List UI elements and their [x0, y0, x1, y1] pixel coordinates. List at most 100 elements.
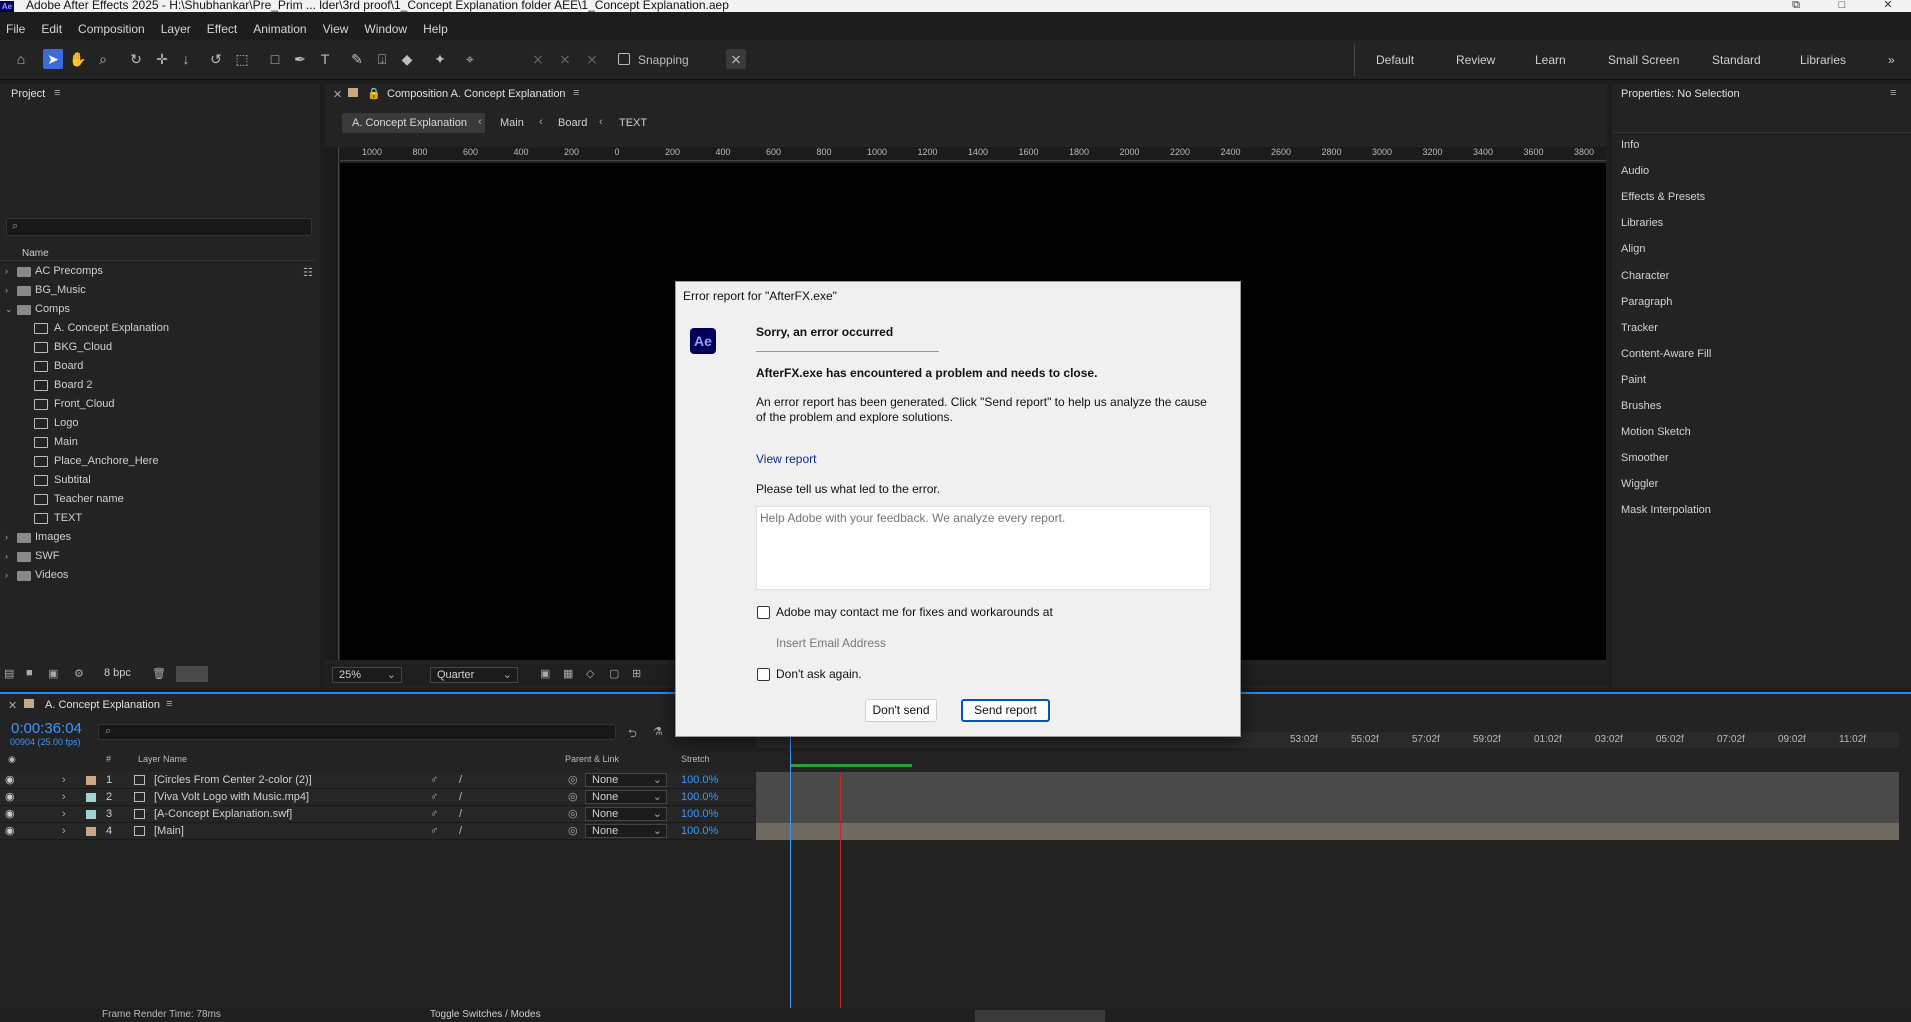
brush-tool-icon[interactable]: ✎	[347, 49, 367, 69]
contact-checkbox[interactable]	[757, 606, 770, 619]
chevron-right-icon[interactable]: ›	[5, 281, 8, 300]
layer-row[interactable]: ◉ › 4 [Main] ♂ / ◎ None ⌄ 100.0%	[0, 823, 754, 840]
eye-icon[interactable]: ◉	[5, 806, 15, 822]
toggle-switches-modes[interactable]: Toggle Switches / Modes	[430, 1009, 541, 1020]
hand-tool-icon[interactable]: ✋	[68, 49, 88, 69]
layer-name[interactable]: [Viva Volt Logo with Music.mp4]	[154, 789, 309, 805]
roto-brush-icon[interactable]: ✦	[430, 49, 450, 69]
menu-window[interactable]: Window	[364, 22, 407, 36]
layer-color-swatch[interactable]	[86, 776, 96, 785]
layer-duration-bar[interactable]	[756, 823, 1899, 840]
bit-depth-button[interactable]: 8 bpc	[104, 667, 131, 679]
selection-tool-icon[interactable]: ➤	[43, 49, 63, 69]
breadcrumb-main[interactable]: Main	[500, 117, 524, 129]
panel-item-motion-sketch[interactable]: Motion Sketch	[1621, 426, 1691, 438]
grid-guides-icon[interactable]: ⊞	[632, 667, 641, 680]
snapping-checkbox[interactable]	[618, 53, 630, 65]
resolution-dropdown[interactable]: Quarter ⌄	[430, 667, 518, 683]
chevron-right-icon[interactable]: ›	[5, 528, 8, 547]
quality-switch-icon[interactable]: /	[459, 806, 462, 822]
project-item[interactable]: Place_Anchore_Here	[0, 452, 316, 471]
project-item[interactable]: › Videos	[0, 566, 316, 585]
project-item[interactable]: › Images	[0, 528, 316, 547]
panel-item-info[interactable]: Info	[1621, 139, 1639, 151]
menu-composition[interactable]: Composition	[78, 22, 145, 36]
orbit-camera-icon[interactable]: ↻	[126, 49, 146, 69]
axis-world-icon[interactable]: ⨯	[555, 49, 575, 69]
project-item[interactable]: Logo	[0, 414, 316, 433]
layer-color-swatch[interactable]	[86, 810, 96, 819]
chevron-right-icon[interactable]: ›	[62, 772, 66, 788]
project-item[interactable]: BKG_Cloud	[0, 338, 316, 357]
chevron-right-icon[interactable]: ›	[5, 547, 8, 566]
project-item[interactable]: Board 2	[0, 376, 316, 395]
pen-tool-icon[interactable]: ✒	[290, 49, 310, 69]
panel-item-mask-interpolation[interactable]: Mask Interpolation	[1621, 504, 1711, 516]
color-swatch[interactable]	[176, 666, 208, 682]
panel-item-paragraph[interactable]: Paragraph	[1621, 296, 1672, 308]
layer-row[interactable]: ◉ › 3 [A-Concept Explanation.swf] ♂ / ◎ None ⌄ 10…	[0, 806, 754, 823]
panel-item-effects-presets[interactable]: Effects & Presets	[1621, 191, 1705, 203]
menu-layer[interactable]: Layer	[161, 22, 191, 36]
quality-switch-icon[interactable]: /	[459, 823, 462, 839]
quality-switch-icon[interactable]: /	[459, 772, 462, 788]
stretch-value[interactable]: 100.0%	[681, 823, 718, 839]
axis-view-icon[interactable]: ⨯	[582, 49, 602, 69]
workspace-libraries[interactable]: Libraries	[1800, 53, 1846, 67]
chevron-right-icon[interactable]: ›	[62, 806, 66, 822]
chevron-down-icon[interactable]: ⌄	[5, 300, 13, 319]
clone-stamp-icon[interactable]: ⍗	[372, 49, 392, 69]
rotation-tool-icon[interactable]: ↺	[206, 49, 226, 69]
current-timecode[interactable]: 0:00:36:04	[11, 720, 82, 737]
axis-local-icon[interactable]: ⨯	[528, 49, 548, 69]
project-item[interactable]: Teacher name	[0, 490, 316, 509]
project-item[interactable]: TEXT	[0, 509, 316, 528]
menu-view[interactable]: View	[323, 22, 349, 36]
project-item[interactable]: A. Concept Explanation	[0, 319, 316, 338]
panel-item-brushes[interactable]: Brushes	[1621, 400, 1661, 412]
menu-effect[interactable]: Effect	[207, 22, 237, 36]
panel-item-character[interactable]: Character	[1621, 270, 1669, 282]
breadcrumb-a-concept[interactable]: A. Concept Explanation	[352, 117, 467, 129]
panel-menu-icon[interactable]: ≡	[573, 87, 579, 99]
chevron-right-icon[interactable]: ›	[62, 789, 66, 805]
stretch-value[interactable]: 100.0%	[681, 789, 718, 805]
email-field[interactable]: Insert Email Address	[776, 636, 886, 650]
layer-name[interactable]: [A-Concept Explanation.swf]	[154, 806, 292, 822]
parent-dropdown[interactable]: None ⌄	[585, 773, 667, 787]
parent-dropdown[interactable]: None ⌄	[585, 790, 667, 804]
project-item[interactable]: › AC Precomps	[0, 262, 316, 281]
eye-icon[interactable]: ◉	[5, 789, 15, 805]
menu-edit[interactable]: Edit	[41, 22, 62, 36]
send-report-button[interactable]: Send report	[961, 699, 1050, 722]
eye-icon[interactable]: ◉	[5, 823, 15, 839]
parent-dropdown[interactable]: None ⌄	[585, 824, 667, 838]
menu-help[interactable]: Help	[423, 22, 448, 36]
project-item[interactable]: Main	[0, 433, 316, 452]
eraser-tool-icon[interactable]: ◆	[397, 49, 417, 69]
breadcrumb-board[interactable]: Board	[558, 117, 587, 129]
lock-icon[interactable]: 🔒	[367, 87, 381, 100]
panel-menu-icon[interactable]: ≡	[54, 87, 60, 99]
zoom-dropdown[interactable]: 25% ⌄	[332, 667, 402, 683]
layer-row[interactable]: ◉ › 1 [Circles From Center 2-color (2)] ♂ / ◎ N…	[0, 772, 754, 789]
pickwhip-icon[interactable]: ◎	[568, 772, 578, 788]
breadcrumb-text[interactable]: TEXT	[619, 117, 647, 129]
project-search-input[interactable]: ⌕	[6, 218, 312, 236]
panel-item-content-aware-fill[interactable]: Content-Aware Fill	[1621, 348, 1711, 360]
menu-file[interactable]: File	[6, 22, 25, 36]
home-icon[interactable]: ⌂	[11, 49, 31, 69]
feedback-textarea[interactable]	[756, 506, 1211, 590]
new-folder-icon[interactable]: ■	[26, 667, 33, 679]
close-tab-icon[interactable]: ✕	[333, 88, 342, 101]
pan-behind-icon[interactable]: ⬚	[232, 49, 252, 69]
close-tab-icon[interactable]: ✕	[8, 699, 17, 712]
panel-item-smoother[interactable]: Smoother	[1621, 452, 1669, 464]
type-tool-icon[interactable]: T	[315, 49, 335, 69]
layer-name[interactable]: [Circles From Center 2-color (2)]	[154, 772, 312, 788]
project-item[interactable]: ⌄ Comps	[0, 300, 316, 319]
playhead[interactable]	[790, 730, 791, 1020]
pickwhip-icon[interactable]: ◎	[568, 823, 578, 839]
chevron-right-icon[interactable]: ›	[5, 262, 8, 281]
workspace-learn[interactable]: Learn	[1535, 53, 1566, 67]
